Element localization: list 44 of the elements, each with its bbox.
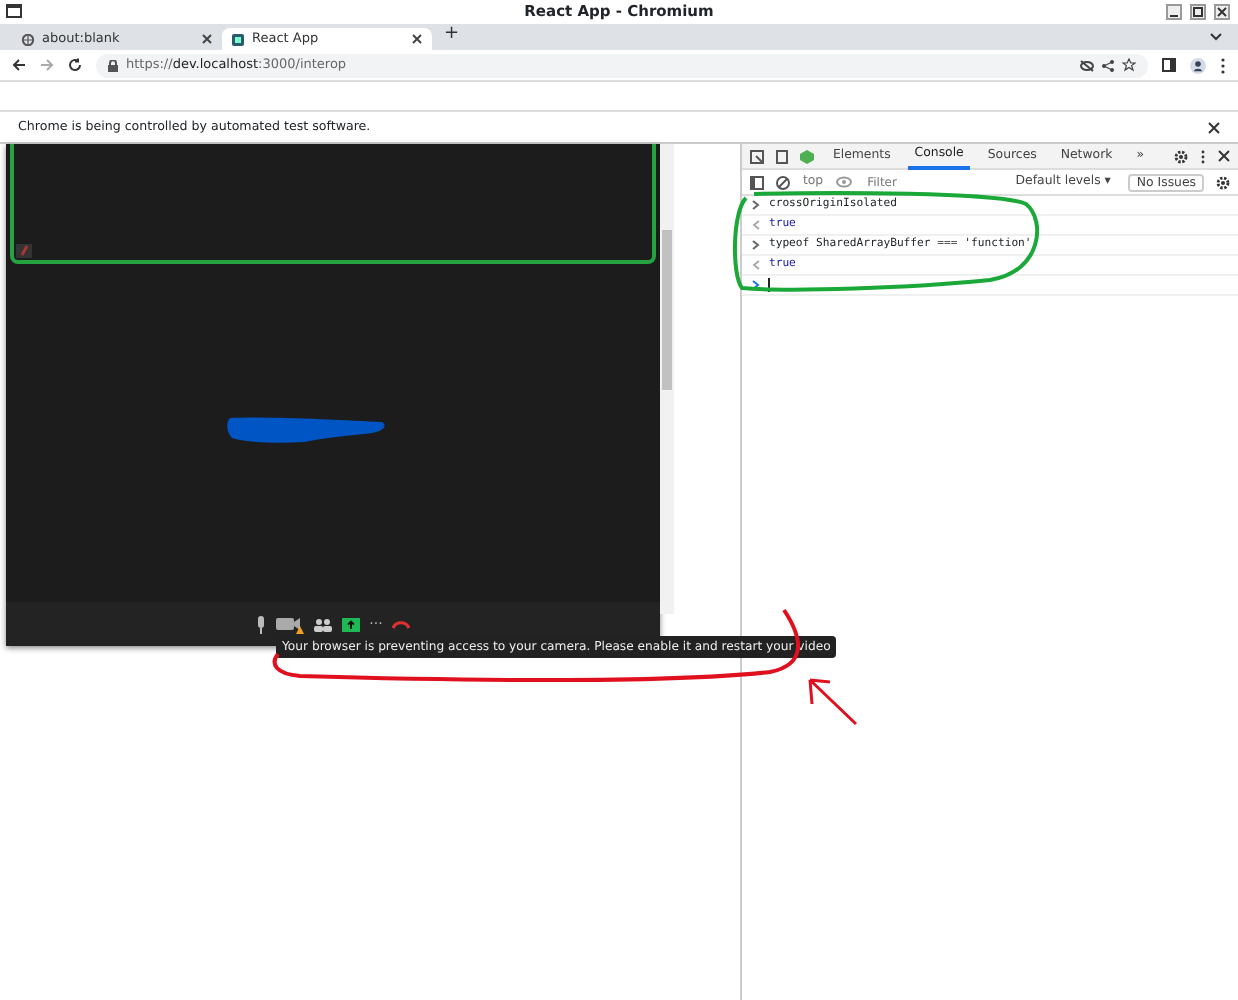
prompt-icon	[752, 280, 761, 290]
share-icon[interactable]	[1102, 59, 1114, 71]
chevron-down-icon[interactable]	[1210, 32, 1222, 42]
star-icon[interactable]	[1122, 58, 1136, 72]
side-panel-icon[interactable]	[1162, 58, 1176, 72]
lock-icon	[108, 59, 118, 71]
kebab-menu-icon[interactable]	[1200, 149, 1206, 163]
eye-icon[interactable]	[835, 176, 852, 188]
hang-up-icon[interactable]	[392, 619, 411, 629]
back-icon[interactable]	[12, 58, 26, 72]
scrollbar-thumb[interactable]	[662, 230, 672, 390]
chevron-left-icon	[752, 220, 761, 230]
forward-icon	[40, 58, 54, 72]
close-icon[interactable]	[202, 34, 212, 44]
device-toolbar-icon[interactable]	[776, 149, 789, 163]
chevron-right-icon	[752, 240, 761, 250]
inspect-icon[interactable]	[750, 149, 765, 163]
camera-warning-icon[interactable]	[275, 615, 304, 633]
settings-icon[interactable]	[1174, 149, 1188, 163]
scrollbar[interactable]	[660, 144, 674, 614]
minimize-button[interactable]	[1166, 4, 1182, 20]
close-icon[interactable]	[412, 34, 422, 44]
maximize-button[interactable]	[1190, 4, 1206, 20]
chevron-left-icon	[752, 260, 761, 270]
text-cursor[interactable]	[768, 278, 771, 292]
sidebar-icon[interactable]	[750, 175, 765, 189]
new-tab-button[interactable]: +	[444, 21, 460, 48]
participants-icon[interactable]	[313, 617, 332, 631]
muted-mic-icon	[16, 244, 32, 258]
microphone-icon[interactable]	[255, 615, 266, 633]
chevron-right-icon	[752, 200, 761, 210]
window-icon	[6, 4, 22, 18]
close-icon[interactable]	[1208, 121, 1220, 133]
close-icon[interactable]	[1218, 150, 1230, 162]
menu-icon[interactable]	[1220, 57, 1226, 73]
profile-icon[interactable]	[1190, 57, 1206, 73]
app-icon	[232, 33, 244, 45]
globe-icon	[22, 33, 34, 45]
clear-icon[interactable]	[776, 175, 791, 189]
close-button[interactable]	[1214, 4, 1230, 20]
eye-slash-icon[interactable]	[1080, 59, 1094, 71]
screen-share-icon[interactable]	[341, 617, 360, 631]
reload-icon[interactable]	[68, 58, 82, 72]
settings-icon[interactable]	[1216, 175, 1230, 189]
